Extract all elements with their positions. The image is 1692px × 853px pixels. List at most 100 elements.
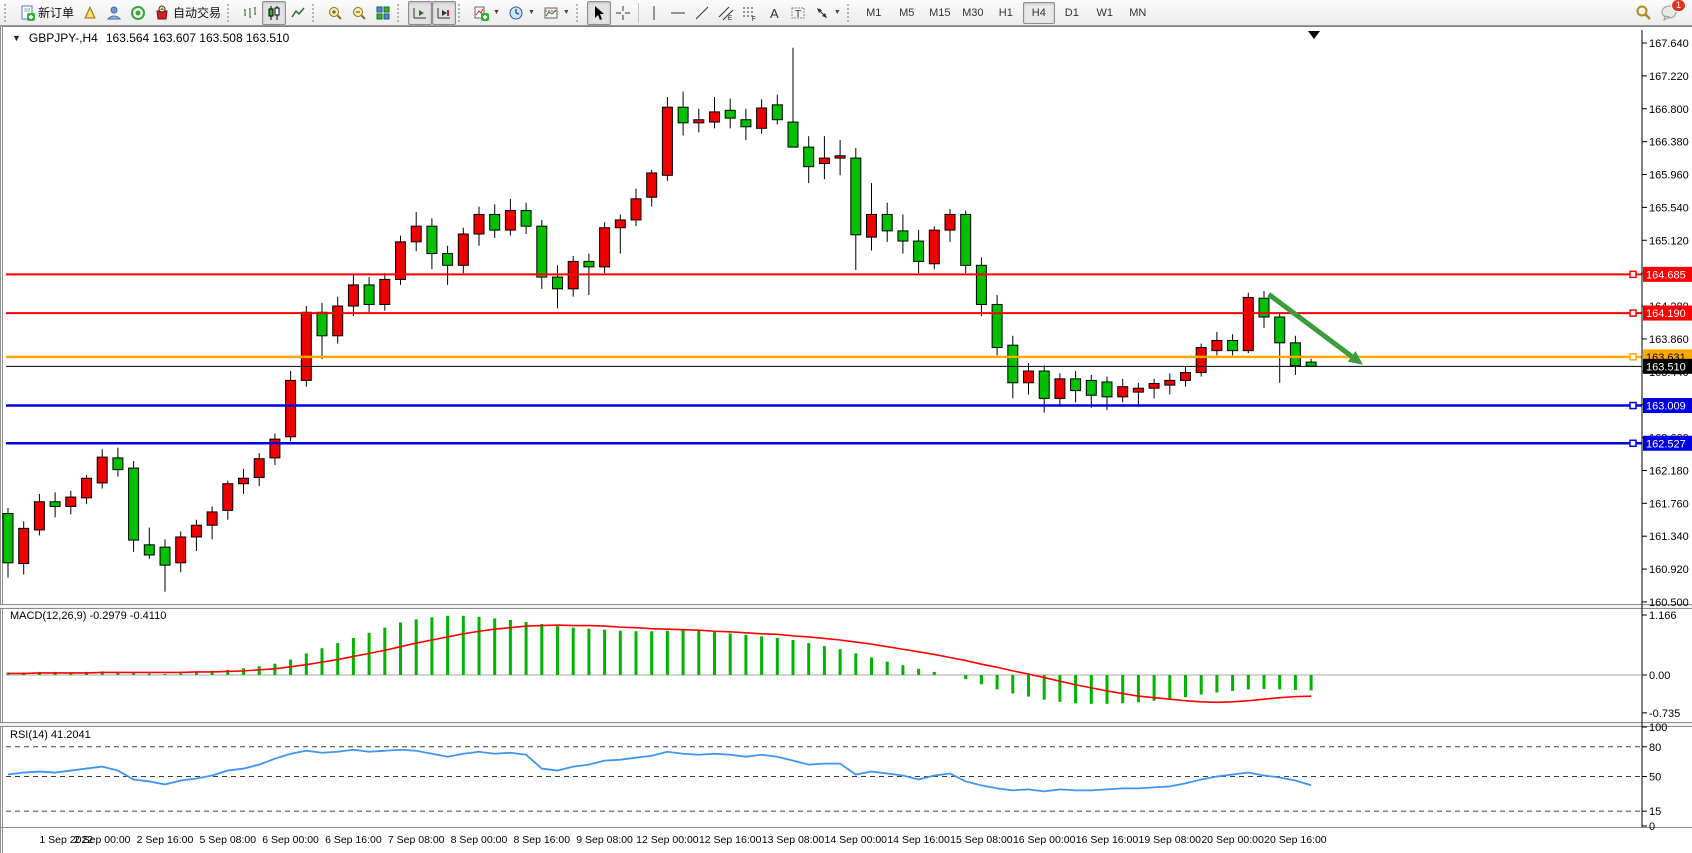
vertical-line-tool-button[interactable] [642, 1, 666, 25]
zoom-out-button[interactable] [347, 1, 371, 25]
candle-body [301, 312, 311, 380]
rsi-label: RSI(14) 41.2041 [10, 729, 91, 741]
periods-caret-icon: ▼ [528, 9, 535, 16]
symbol-dropdown-icon[interactable]: ▼ [12, 33, 21, 43]
timeframe-mn-button[interactable]: MN [1122, 2, 1154, 24]
candle-body [458, 234, 468, 265]
arrows-caret-icon: ▼ [834, 9, 841, 16]
date-label: 16 Sep 16:00 [1076, 834, 1139, 846]
candle-body [1086, 380, 1096, 395]
candle-body [757, 108, 767, 128]
candle-body [223, 484, 233, 511]
cursor-icon [591, 5, 607, 21]
chart-header[interactable]: ▼ GBPJPY-,H4 163.564 163.607 163.508 163… [12, 31, 289, 45]
new-order-button[interactable]: 新订单 [15, 1, 78, 25]
candle-body [662, 107, 672, 175]
candle-body [50, 502, 60, 507]
timeframe-m5-button[interactable]: M5 [891, 2, 923, 24]
auto-scroll-button[interactable] [432, 1, 456, 25]
candle-body [725, 110, 735, 118]
line-handle[interactable] [1630, 403, 1636, 409]
date-label: 7 Sep 08:00 [388, 834, 445, 846]
date-label: 13 Sep 08:00 [762, 834, 825, 846]
candlestick-chart-icon [266, 5, 282, 21]
timeframe-d1-button[interactable]: D1 [1056, 2, 1088, 24]
date-label: 6 Sep 00:00 [262, 834, 319, 846]
crosshair-icon [615, 5, 631, 21]
line-handle[interactable] [1630, 310, 1636, 316]
line-handle[interactable] [1630, 354, 1636, 360]
timeframe-h4-button[interactable]: H4 [1023, 2, 1055, 24]
candle-body [1102, 382, 1112, 397]
add-indicator-button[interactable]: ▼ [469, 1, 504, 25]
line-handle[interactable] [1630, 440, 1636, 446]
rsi-tick-label: 15 [1649, 806, 1661, 818]
candle-body [286, 380, 296, 436]
candle-body [1024, 371, 1034, 383]
arrows-tool-button[interactable]: ▼ [810, 1, 845, 25]
bar-chart-button[interactable] [238, 1, 262, 25]
chart-shift-marker[interactable] [1308, 31, 1320, 39]
candle-body [1039, 371, 1049, 398]
candle-body [1196, 348, 1206, 373]
candle-body [270, 439, 280, 458]
candle-body [741, 120, 751, 127]
horizontal-line-tool-button[interactable] [666, 1, 690, 25]
panel-separator [0, 605, 1692, 609]
macd-tick-label: 0.00 [1649, 670, 1670, 682]
autotrading-button[interactable]: 自动交易 [150, 1, 225, 25]
text-label-tool-button[interactable]: T [786, 1, 810, 25]
panel-separator [0, 723, 1692, 727]
candle-body [1243, 297, 1253, 350]
timeframe-m30-button[interactable]: M30 [957, 2, 989, 24]
timeframe-m15-button[interactable]: M15 [924, 2, 956, 24]
candle-body [239, 478, 249, 483]
timeframe-w1-button[interactable]: W1 [1089, 2, 1121, 24]
cursor-tool-button[interactable] [587, 1, 611, 25]
terminal-button[interactable] [126, 1, 150, 25]
candle-body [1259, 298, 1269, 317]
macd-tick-label: 1.166 [1649, 610, 1677, 622]
periods-button[interactable]: ▼ [504, 1, 539, 25]
candle-body [929, 230, 939, 264]
price-level-label: 163.009 [1646, 401, 1686, 413]
line-chart-button[interactable] [286, 1, 310, 25]
search-button[interactable] [1631, 1, 1656, 25]
navigator-button[interactable] [102, 1, 126, 25]
price-tick-label: 166.380 [1649, 137, 1689, 149]
candle-body [490, 214, 500, 230]
chat-button[interactable]: 1 [1656, 1, 1682, 25]
templates-button[interactable]: ▼ [539, 1, 574, 25]
chart-shift-button[interactable] [408, 1, 432, 25]
candle-body [882, 214, 892, 230]
date-label: 12 Sep 00:00 [636, 834, 699, 846]
candle-body [160, 547, 170, 565]
chart-canvas: 167.640167.220166.800166.380165.960165.5… [0, 0, 1692, 853]
text-icon: A [766, 5, 782, 21]
candle-body [898, 231, 908, 241]
trendline-icon [694, 5, 710, 21]
text-tool-button[interactable]: A [762, 1, 786, 25]
channel-tool-button[interactable]: E [714, 1, 738, 25]
candle-body [1212, 340, 1222, 350]
trendline-tool-button[interactable] [690, 1, 714, 25]
add-indicator-caret-icon: ▼ [493, 9, 500, 16]
candle-body [788, 122, 798, 147]
candlestick-chart-button[interactable] [262, 1, 286, 25]
zoom-in-button[interactable] [323, 1, 347, 25]
navigator-icon [106, 5, 122, 21]
candle-body [144, 545, 154, 555]
macd-label: MACD(12,26,9) -0.2979 -0.4110 [10, 610, 166, 622]
line-handle[interactable] [1630, 271, 1636, 277]
zoom-out-icon [351, 5, 367, 21]
market-watch-button[interactable] [78, 1, 102, 25]
fibonacci-tool-button[interactable]: F [738, 1, 762, 25]
candle-body [176, 537, 186, 563]
tile-windows-button[interactable] [371, 1, 395, 25]
date-label: 20 Sep 00:00 [1201, 834, 1264, 846]
candle-body [1275, 317, 1285, 343]
crosshair-tool-button[interactable] [611, 1, 635, 25]
chat-badge: 1 [1671, 0, 1686, 12]
timeframe-m1-button[interactable]: M1 [858, 2, 890, 24]
timeframe-h1-button[interactable]: H1 [990, 2, 1022, 24]
